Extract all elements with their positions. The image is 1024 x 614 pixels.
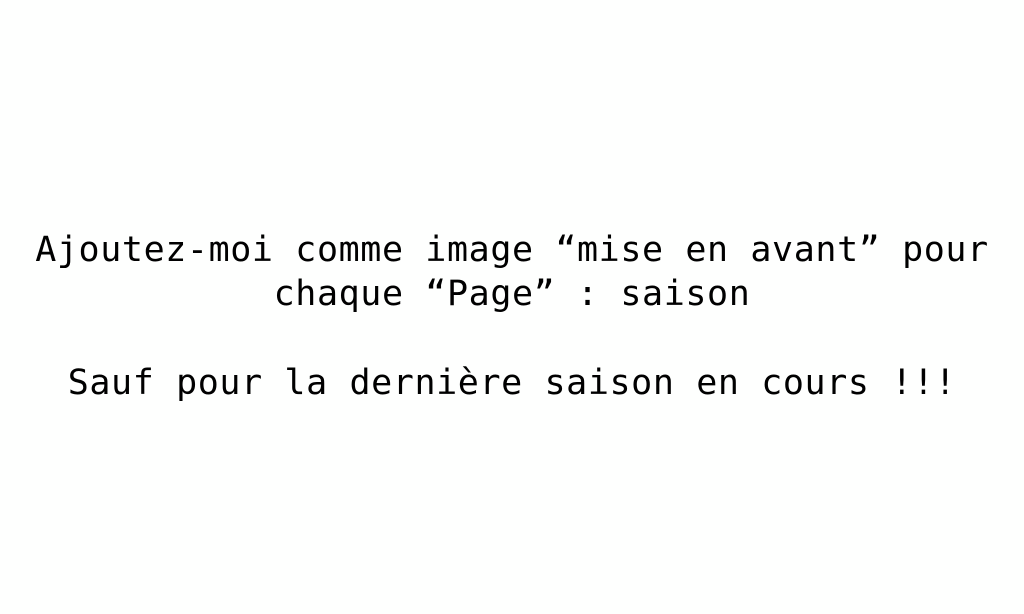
instruction-line-1: Ajoutez-moi comme image “mise en avant” … <box>35 230 989 270</box>
placeholder-image: Ajoutez-moi comme image “mise en avant” … <box>0 0 1024 614</box>
exception-note: Sauf pour la dernière saison en cours !!… <box>67 363 957 403</box>
instruction-line-2: chaque “Page” : saison <box>273 274 751 314</box>
